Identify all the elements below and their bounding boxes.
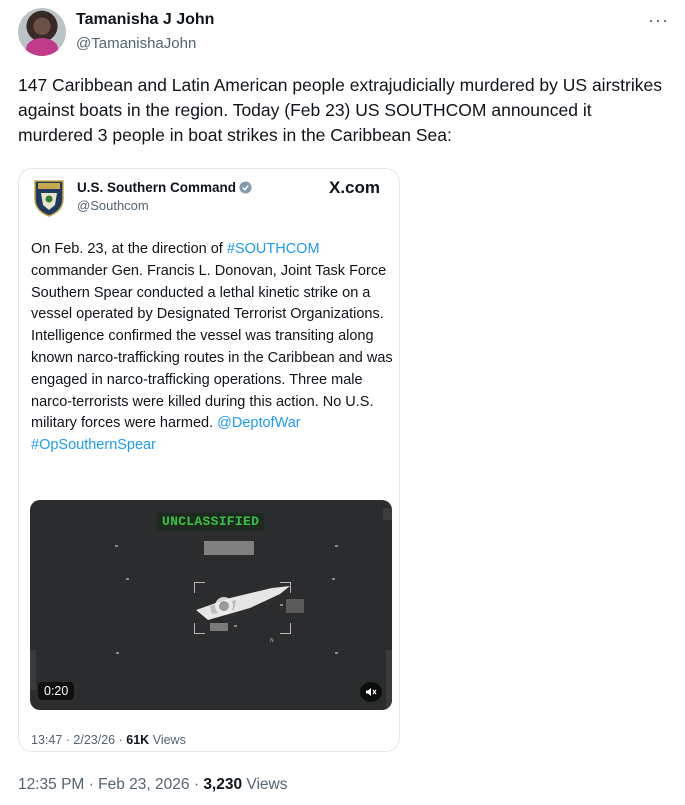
more-options-icon[interactable]: ···: [648, 10, 669, 31]
verified-badge-icon: [239, 181, 252, 194]
quoted-post-card[interactable]: U.S. Southern Command @Southcom X.com On…: [18, 168, 400, 752]
video-player[interactable]: UNCLASSIFIED N 0:20: [30, 500, 392, 710]
quote-text-part: On Feb. 23, at the direction of: [31, 241, 227, 257]
video-overlay-label: UNCLASSIFIED: [157, 513, 265, 530]
quoted-author-handle: @Southcom: [77, 198, 149, 213]
quoted-author-name[interactable]: U.S. Southern Command: [77, 180, 252, 195]
video-duration: 0:20: [38, 682, 75, 700]
source-label: X.com: [329, 178, 381, 197]
author-handle[interactable]: @TamanishaJohn: [76, 35, 196, 52]
tweet-time[interactable]: 12:35 PM: [18, 776, 84, 793]
tweet-date[interactable]: Feb 23, 2026: [98, 776, 189, 793]
tweet-meta: 12:35 PM · Feb 23, 2026 · 3,230 Views: [18, 776, 288, 793]
author-name[interactable]: Tamanisha J John: [76, 11, 214, 29]
hashtag-opsouthernspear-link[interactable]: #OpSouthernSpear: [31, 437, 156, 453]
quoted-views-count: 61K: [126, 733, 150, 747]
mention-deptofwar-link[interactable]: @DeptofWar: [217, 415, 300, 431]
tweet-text: 147 Caribbean and Latin American people …: [18, 75, 662, 145]
hashtag-southcom-link[interactable]: #SOUTHCOM: [227, 241, 320, 257]
vessel-image: [196, 586, 290, 620]
quoted-post-text: On Feb. 23, at the direction of #SOUTHCO…: [31, 239, 397, 457]
video-marker: N: [270, 638, 274, 644]
tweet-views-count: 3,230: [203, 776, 243, 793]
speaker-muted-icon[interactable]: [360, 682, 382, 702]
author-avatar[interactable]: [18, 8, 66, 56]
southcom-seal-icon: [34, 180, 64, 217]
quote-text-part: commander Gen. Francis L. Donovan, Joint…: [31, 262, 393, 432]
quoted-post-meta: 13:47 · 2/23/26 · 61K Views: [31, 733, 186, 747]
